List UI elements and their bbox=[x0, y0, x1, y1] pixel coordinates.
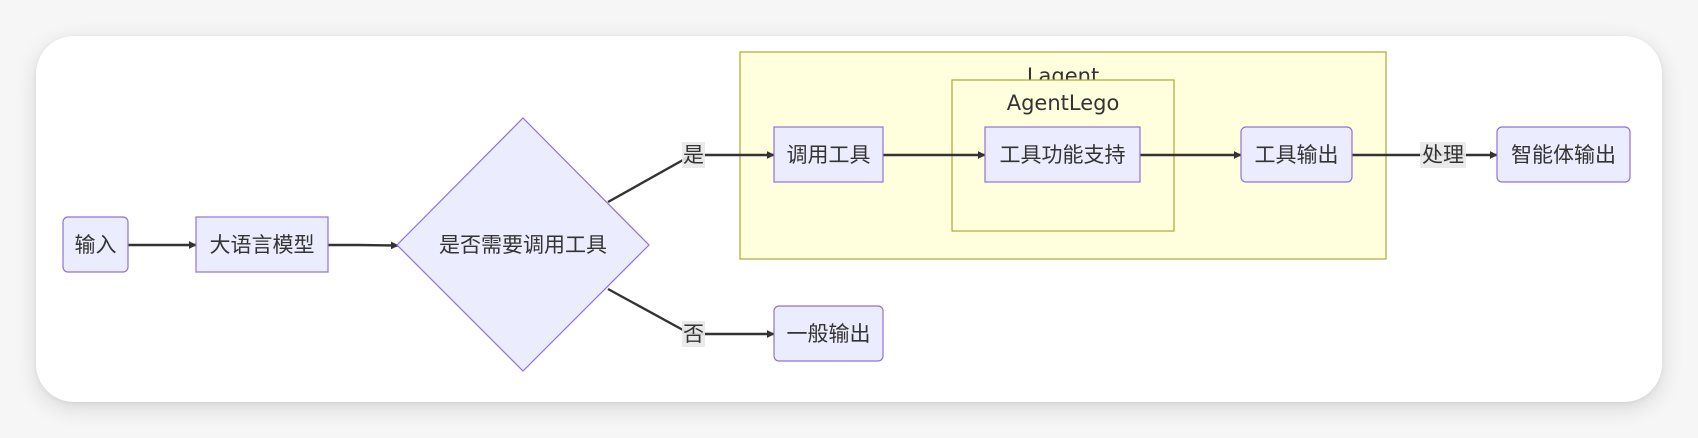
node-general-output: 一般输出 bbox=[773, 305, 884, 362]
svg-text:否: 否 bbox=[683, 322, 704, 346]
node-tool-support: 工具功能支持 bbox=[984, 126, 1141, 183]
svg-text:是否需要调用工具: 是否需要调用工具 bbox=[439, 233, 607, 257]
flowchart: Lagent AgentLego 输入 大语言模型 是否需要调用工具 调用工具 … bbox=[62, 51, 1631, 372]
svg-text:输入: 输入 bbox=[75, 233, 117, 257]
node-call-tool: 调用工具 bbox=[773, 126, 884, 183]
node-tool-output: 工具输出 bbox=[1240, 126, 1353, 183]
svg-text:工具功能支持: 工具功能支持 bbox=[1000, 143, 1126, 167]
svg-text:是: 是 bbox=[683, 143, 704, 167]
node-decision: 是否需要调用工具 bbox=[396, 117, 650, 372]
edge-label-process: 处理 bbox=[1420, 142, 1466, 168]
svg-text:大语言模型: 大语言模型 bbox=[210, 233, 315, 257]
edge-llm-decision bbox=[328, 241, 399, 250]
svg-text:一般输出: 一般输出 bbox=[787, 322, 871, 346]
edge-label-yes: 是 bbox=[682, 142, 705, 168]
svg-text:工具输出: 工具输出 bbox=[1255, 143, 1339, 167]
svg-text:调用工具: 调用工具 bbox=[787, 143, 871, 167]
edge-label-no: 否 bbox=[682, 321, 705, 347]
node-input: 输入 bbox=[62, 216, 129, 273]
cluster-agentlego-label: AgentLego bbox=[1007, 91, 1120, 115]
svg-text:智能体输出: 智能体输出 bbox=[1511, 143, 1616, 167]
node-agent-output: 智能体输出 bbox=[1496, 126, 1631, 183]
svg-text:处理: 处理 bbox=[1422, 143, 1464, 167]
node-llm: 大语言模型 bbox=[195, 216, 329, 273]
